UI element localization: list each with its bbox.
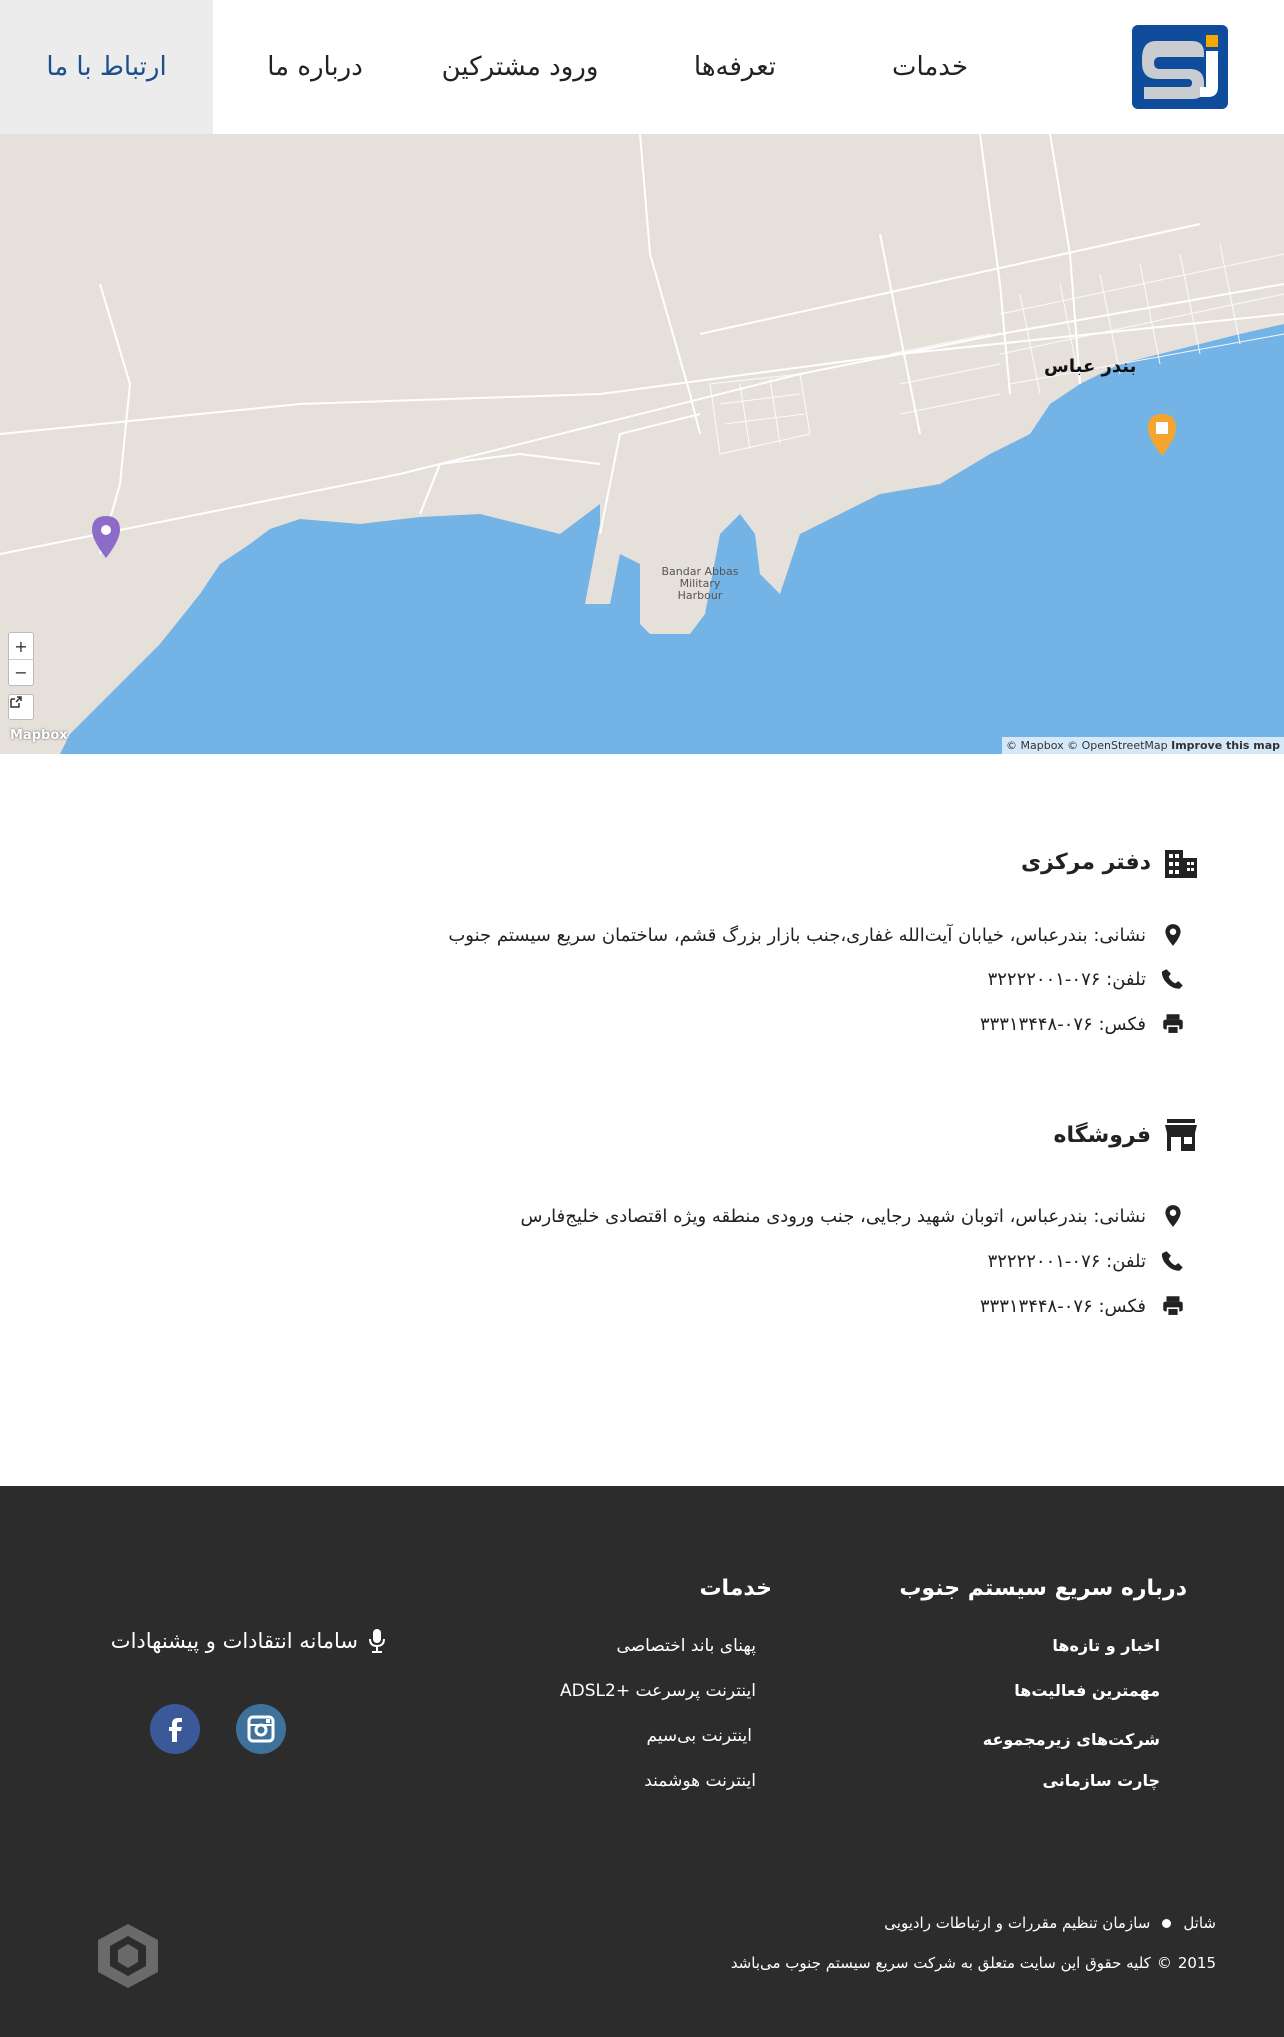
building-icon — [1165, 850, 1197, 878]
improve-map-link[interactable]: Improve this map — [1171, 739, 1280, 752]
footer-link-subsidiaries[interactable]: شرکت‌های زیرمجموعه — [983, 1730, 1160, 1749]
microphone-icon — [369, 1629, 385, 1653]
mapbox-logo: Mapbox — [10, 728, 68, 743]
instagram-icon — [247, 1715, 275, 1743]
facebook-icon — [169, 1718, 182, 1742]
store-icon — [1165, 1119, 1197, 1151]
footer-link-adsl[interactable]: اینترنت پرسرعت +ADSL2 — [560, 1681, 756, 1701]
location-pin-icon — [1165, 1205, 1181, 1227]
external-link-icon — [10, 696, 22, 708]
company-logo[interactable] — [1132, 25, 1228, 109]
head-office-address: نشانی: بندرعباس، خیابان آیت‌الله غفاری،ج… — [448, 922, 1186, 948]
logo-mark — [1142, 35, 1218, 99]
head-office-fax: فکس: ۰۷۶-۳۳۳۱۳۴۴۸ — [980, 1011, 1186, 1037]
head-office-phone-text: تلفن: ۰۷۶-۳۲۲۲۲۰۰۱ — [987, 968, 1146, 990]
partner-link-cra[interactable]: سازمان تنظیم مقررات و ارتباطات رادیویی — [884, 1914, 1150, 1932]
nav-tariffs[interactable]: تعرفه‌ها — [660, 0, 810, 134]
store-address: نشانی: بندرعباس، اتوبان شهید رجایی، جنب … — [521, 1203, 1186, 1229]
footer-link-org-chart[interactable]: چارت سازمانی — [1043, 1771, 1160, 1790]
map-harbour-label: Bandar Abbas Military Harbour — [661, 565, 739, 602]
nav-customer-login[interactable]: ورود مشترکین — [430, 0, 610, 134]
footer-link-wireless[interactable]: اینترنت بی‌سیم — [646, 1726, 752, 1746]
store-phone: تلفن: ۰۷۶-۳۲۲۲۲۰۰۱ — [988, 1248, 1186, 1274]
copyright-symbol: © — [1156, 1954, 1172, 1972]
facebook-button[interactable] — [150, 1704, 200, 1754]
footer-link-news[interactable]: اخبار و تازه‌ها — [1052, 1636, 1160, 1655]
copyright-year: 2015 — [1177, 1954, 1216, 1972]
map-city-label: بندر عباس — [1044, 356, 1137, 377]
store-title: فروشگاه — [1054, 1117, 1201, 1153]
footer: درباره سریع سیستم جنوب اخبار و تازه‌ها م… — [0, 1486, 1284, 2037]
store-address-text: نشانی: بندرعباس، اتوبان شهید رجایی، جنب … — [520, 1205, 1146, 1227]
top-navigation: ارتباط با ما درباره ما ورود مشترکین تعرف… — [0, 0, 1284, 134]
head-office-title-text: دفتر مرکزی — [1021, 849, 1151, 875]
footer-services-title: خدمات — [699, 1576, 772, 1601]
feedback-text: سامانه انتقادات و پیشنهادات — [110, 1629, 358, 1653]
footer-about-title: درباره سریع سیستم جنوب — [899, 1576, 1187, 1601]
footer-link-smart-internet[interactable]: اینترنت هوشمند — [644, 1771, 756, 1791]
footer-partner-links: شاتل سازمان تنظیم مقررات و ارتباطات رادی… — [884, 1914, 1216, 1932]
store-fax-text: فکس: ۰۷۶-۳۳۳۱۳۴۴۸ — [979, 1295, 1146, 1317]
head-office-address-text: نشانی: بندرعباس، خیابان آیت‌الله غفاری،ج… — [448, 924, 1146, 946]
head-office-title: دفتر مرکزی — [1021, 844, 1201, 880]
instagram-button[interactable] — [236, 1704, 286, 1754]
location-pin-icon — [1165, 924, 1181, 946]
feedback-link[interactable]: سامانه انتقادات و پیشنهادات — [111, 1628, 386, 1654]
copyright-text: کلیه حقوق این سایت متعلق به شرکت سریع سی… — [730, 1954, 1151, 1972]
nav-services[interactable]: خدمات — [860, 0, 1000, 134]
share-map-button[interactable] — [8, 694, 34, 720]
location-map[interactable]: بندر عباس Bandar Abbas Military Harbour … — [0, 134, 1284, 754]
zoom-out-button[interactable]: − — [9, 659, 33, 685]
footer-link-activities[interactable]: مهمترین فعالیت‌ها — [1014, 1681, 1160, 1700]
phone-icon — [1161, 1251, 1183, 1271]
phone-icon — [1161, 969, 1183, 989]
store-fax: فکس: ۰۷۶-۳۳۳۱۳۴۴۸ — [980, 1293, 1186, 1319]
head-office-phone: تلفن: ۰۷۶-۳۲۲۲۲۰۰۱ — [988, 966, 1186, 992]
designer-logo-icon — [98, 1924, 158, 1988]
nav-contact-us[interactable]: ارتباط با ما — [0, 0, 213, 134]
printer-icon — [1163, 1014, 1183, 1035]
partner-link-shatel[interactable]: شاتل — [1183, 1914, 1216, 1932]
head-office-fax-text: فکس: ۰۷۶-۳۳۳۱۳۴۴۸ — [979, 1013, 1146, 1035]
zoom-in-button[interactable]: + — [9, 633, 33, 659]
nav-about-us[interactable]: درباره ما — [240, 0, 390, 134]
map-attribution: © Mapbox © OpenStreetMap Improve this ma… — [1002, 737, 1284, 754]
copyright: 2015 © کلیه حقوق این سایت متعلق به شرکت … — [731, 1954, 1216, 1972]
zoom-control: + − — [8, 632, 34, 686]
map-canvas — [0, 134, 1284, 754]
attribution-osm[interactable]: © OpenStreetMap — [1067, 739, 1168, 752]
store-phone-text: تلفن: ۰۷۶-۳۲۲۲۲۰۰۱ — [987, 1250, 1146, 1272]
printer-icon — [1163, 1296, 1183, 1317]
footer-link-dedicated-bandwidth[interactable]: پهنای باند اختصاصی — [617, 1636, 756, 1656]
separator-dot — [1162, 1918, 1172, 1928]
store-title-text: فروشگاه — [1053, 1122, 1151, 1148]
attribution-mapbox[interactable]: © Mapbox — [1006, 739, 1064, 752]
